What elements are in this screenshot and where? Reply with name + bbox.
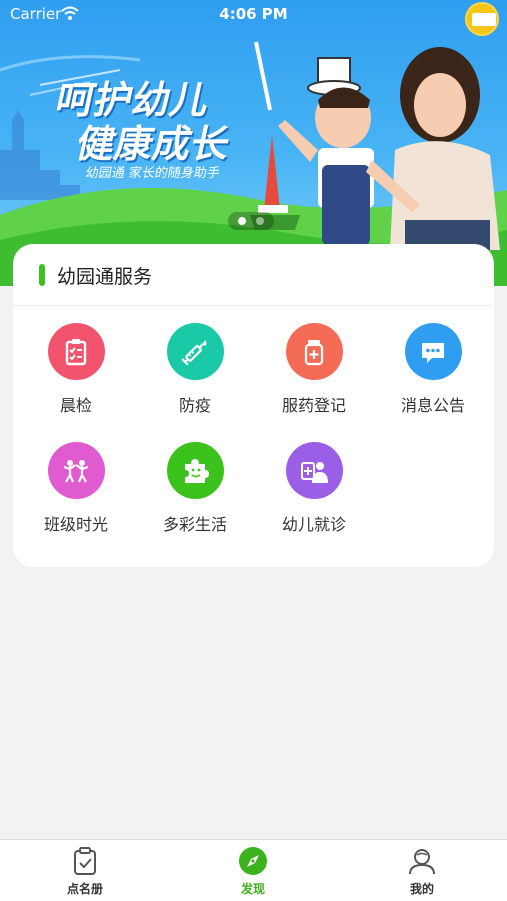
tab-bar: 点名册 发现 我的	[0, 839, 507, 901]
status-bar: Carrier 4:06 PM	[0, 0, 507, 36]
compass-icon	[239, 847, 267, 875]
service-label: 服药登记	[281, 396, 346, 415]
carousel-indicator[interactable]	[228, 212, 274, 230]
puzzle-piece-icon	[166, 442, 224, 499]
service-colorful-life[interactable]: 多彩生活	[136, 442, 254, 542]
user-icon	[409, 849, 435, 875]
service-label: 防疫	[178, 396, 211, 415]
service-card: 幼园通服务 晨检 防疫 服药登记 消息公告 班级时光 多彩生活 幼儿就诊	[13, 244, 494, 567]
service-vaccination[interactable]: 防疫	[136, 323, 254, 423]
service-label: 幼儿就诊	[281, 515, 346, 534]
service-announcements[interactable]: 消息公告	[374, 323, 492, 423]
children-play-icon	[47, 442, 105, 499]
tab-label: 我的	[409, 882, 434, 896]
carousel-dot[interactable]	[256, 217, 264, 225]
banner-subtitle: 幼园通 家长的随身助手	[84, 166, 222, 181]
tab-label: 发现	[240, 882, 265, 896]
service-label: 晨检	[59, 396, 92, 415]
banner-title: 呵护幼儿 健康成长	[43, 78, 244, 166]
syringe-icon	[166, 323, 224, 380]
battery-icon	[465, 2, 499, 36]
banner-title-line1: 呵护幼儿	[52, 78, 214, 122]
service-label: 班级时光	[43, 515, 108, 534]
service-morning-check[interactable]: 晨检	[17, 323, 135, 423]
card-title: 幼园通服务	[57, 266, 153, 288]
service-medication-log[interactable]: 服药登记	[255, 323, 373, 423]
clipboard-check-icon	[47, 323, 105, 380]
service-child-clinic[interactable]: 幼儿就诊	[255, 442, 373, 542]
carousel-dot-active[interactable]	[238, 217, 246, 225]
banner-title-line2: 健康成长	[72, 122, 235, 166]
title-accent-bar	[39, 264, 45, 286]
chat-bubble-icon	[404, 323, 462, 380]
service-label: 消息公告	[400, 396, 465, 415]
tab-label: 点名册	[66, 882, 103, 896]
card-header: 幼园通服务	[13, 244, 494, 306]
tab-discover[interactable]: 发现	[193, 846, 313, 897]
tab-profile[interactable]: 我的	[362, 846, 482, 897]
clipboard-icon	[74, 847, 96, 875]
service-class-moments[interactable]: 班级时光	[17, 442, 135, 542]
doctor-icon	[285, 442, 343, 499]
tab-roll-call[interactable]: 点名册	[25, 846, 145, 897]
service-label: 多彩生活	[162, 515, 227, 534]
status-time: 4:06 PM	[219, 5, 288, 23]
medicine-bottle-icon	[285, 323, 343, 380]
